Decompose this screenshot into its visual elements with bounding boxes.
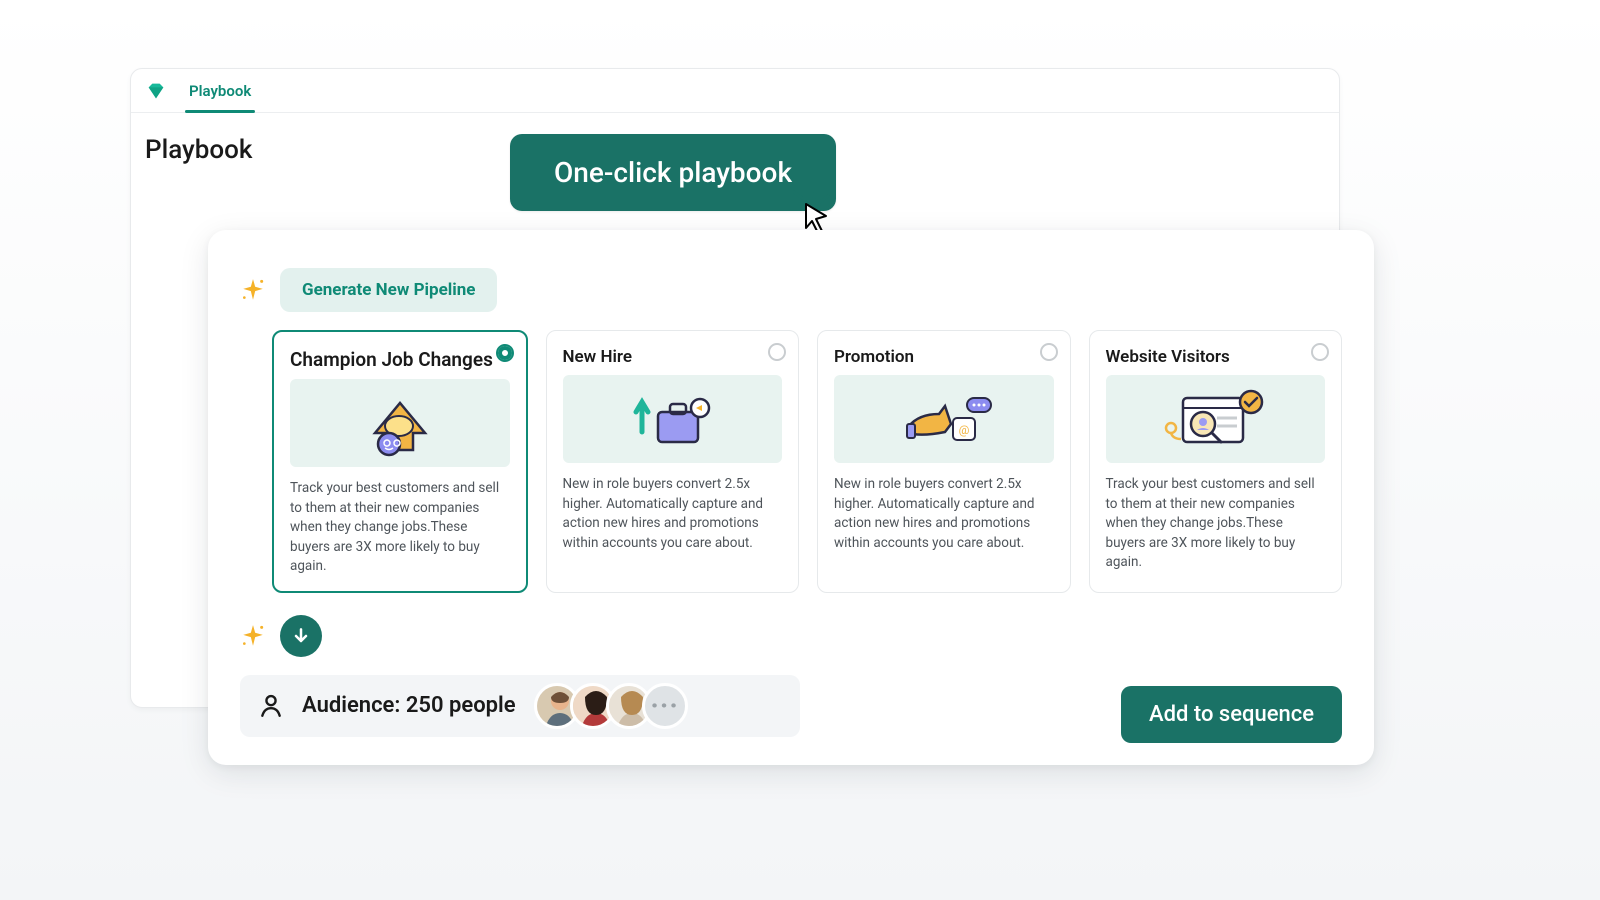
svg-text:@: @	[958, 423, 969, 437]
radio-unselected-icon	[1311, 343, 1329, 361]
card-description: Track your best customers and sell to th…	[290, 479, 510, 577]
audience-avatars: ···	[534, 683, 688, 729]
pipeline-card-website-visitors[interactable]: Website Visitors Track your best custome…	[1089, 330, 1343, 593]
card-description: New in role buyers convert 2.5x higher. …	[834, 475, 1054, 553]
card-title: New Hire	[563, 347, 783, 367]
radio-selected-icon	[496, 344, 514, 362]
card-illustration	[1106, 375, 1326, 463]
radio-unselected-icon	[1040, 343, 1058, 361]
card-title: Champion Job Changes	[290, 348, 510, 371]
person-icon	[258, 693, 284, 719]
card-illustration: @	[834, 375, 1054, 463]
pipeline-card-new-hire[interactable]: New Hire New in role buyers convert 2.5x…	[546, 330, 800, 593]
gem-logo-icon	[145, 80, 167, 102]
pipeline-card-promotion[interactable]: Promotion @ New in role buyers convert 2…	[817, 330, 1071, 593]
pipeline-generator-card: Generate New Pipeline Champion Job Chang…	[208, 230, 1374, 765]
card-illustration	[563, 375, 783, 463]
audience-count-label: Audience: 250 people	[302, 693, 516, 718]
card-title: Promotion	[834, 347, 1054, 367]
audience-summary-bar: Audience: 250 people ···	[240, 675, 800, 737]
avatar-more-button[interactable]: ···	[642, 683, 688, 729]
radio-unselected-icon	[768, 343, 786, 361]
generate-new-pipeline-button[interactable]: Generate New Pipeline	[280, 268, 497, 312]
pipeline-card-champion-job-changes[interactable]: Champion Job Changes Track your best cus…	[272, 330, 528, 593]
card-description: New in role buyers convert 2.5x higher. …	[563, 475, 783, 553]
sparkle-icon	[240, 277, 266, 303]
arrow-down-icon	[291, 626, 311, 646]
card-illustration	[290, 379, 510, 467]
card-description: Track your best customers and sell to th…	[1106, 475, 1326, 573]
add-to-sequence-button[interactable]: Add to sequence	[1121, 686, 1342, 743]
card-title: Website Visitors	[1106, 347, 1326, 367]
header-bar: Playbook	[131, 69, 1339, 113]
one-click-playbook-button[interactable]: One-click playbook	[510, 134, 836, 211]
pipeline-options-row: Champion Job Changes Track your best cus…	[272, 330, 1342, 593]
expand-down-button[interactable]	[280, 615, 322, 657]
tab-playbook[interactable]: Playbook	[189, 69, 251, 113]
sparkle-icon	[240, 623, 266, 649]
